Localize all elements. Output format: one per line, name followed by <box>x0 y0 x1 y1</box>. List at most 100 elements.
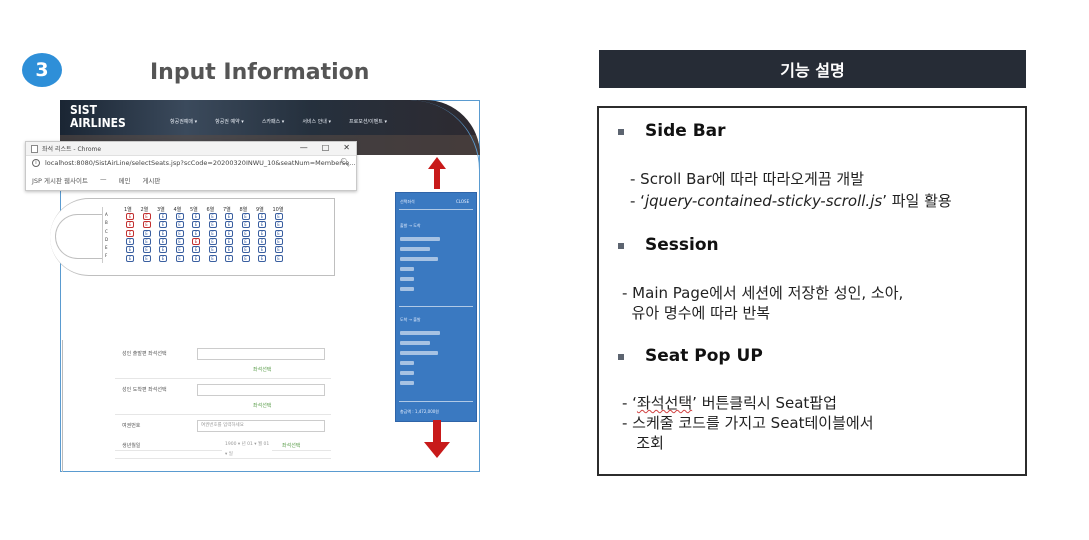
seat-button[interactable]: E <box>258 229 266 237</box>
seat-button[interactable]: E <box>159 237 167 245</box>
seat-button[interactable]: E <box>159 254 167 262</box>
seat-button[interactable]: E <box>208 254 217 262</box>
maximize-button[interactable]: □ <box>322 143 330 152</box>
seat-button[interactable]: E <box>274 229 283 237</box>
nav-item[interactable]: 프로모션/이벤트 ▾ <box>349 118 387 125</box>
seat-button[interactable]: E <box>175 254 184 262</box>
seat-button[interactable]: E <box>126 254 134 262</box>
seat-letter: C <box>105 228 108 234</box>
seat-button[interactable]: E <box>142 229 151 237</box>
seat-button[interactable]: E <box>126 229 134 237</box>
url-text[interactable]: localhost:8080/SistAirLine/selectSeats.j… <box>45 159 356 167</box>
seat-button[interactable]: E <box>274 237 283 245</box>
form-input[interactable]: 여권번호를 입력하세요 <box>197 420 325 432</box>
seat-button[interactable]: E <box>225 213 233 220</box>
seat-button[interactable]: E <box>225 254 233 262</box>
form-input[interactable] <box>197 348 325 360</box>
window-controls: — □ ✕ <box>300 143 350 152</box>
seat-button[interactable]: E <box>142 254 151 262</box>
seat-button[interactable]: E <box>142 246 151 254</box>
seat-button[interactable]: E <box>159 246 167 254</box>
window-title: 좌석 리스트 - Chrome <box>42 146 102 153</box>
seat-button[interactable]: E <box>208 246 217 254</box>
seat-button[interactable]: E <box>225 221 233 229</box>
seat-button[interactable]: E <box>126 246 134 254</box>
bookmark-item[interactable]: 메인 <box>118 175 130 185</box>
seat-button[interactable]: E <box>175 246 184 254</box>
form-field-label: 성인 출발편 좌석선택 <box>122 351 167 357</box>
nav-item[interactable]: 서비스 안내 ▾ <box>302 118 331 125</box>
select-seat-link[interactable]: 좌석선택 <box>282 442 300 449</box>
seat-button[interactable]: E <box>274 254 283 262</box>
seat-button[interactable]: E <box>175 221 184 229</box>
close-button[interactable]: ✕ <box>343 143 350 152</box>
seat-button[interactable]: E <box>192 254 200 262</box>
seat-button[interactable]: E <box>274 221 283 229</box>
seat-button[interactable]: E <box>192 246 200 254</box>
seat-button[interactable]: E <box>192 221 200 229</box>
select-seat-link[interactable]: 좌석선택 <box>253 366 271 373</box>
seat-button[interactable]: E <box>225 237 233 245</box>
feature-desc-line: - 스케줄 코드를 가지고 Seat테이블에서 <box>622 414 874 432</box>
seat-button[interactable]: E <box>208 237 217 245</box>
seat-button[interactable]: E <box>175 237 184 245</box>
nav-item[interactable]: 항공권 예약 ▾ <box>215 118 244 125</box>
seat-button[interactable]: E <box>241 254 250 262</box>
seat-button[interactable]: E <box>175 213 184 220</box>
seat-button[interactable]: E <box>208 229 217 237</box>
seat-button[interactable]: E <box>142 213 151 220</box>
seat-button[interactable]: E <box>126 221 134 229</box>
seat-button[interactable]: E <box>208 213 217 220</box>
form-input[interactable] <box>197 384 325 396</box>
seat-button[interactable]: E <box>225 246 233 254</box>
seat-button[interactable]: E <box>258 221 266 229</box>
bookmark-item[interactable]: 게시판 <box>142 175 160 185</box>
seat-button[interactable]: E <box>192 213 200 220</box>
seat-button[interactable]: E <box>241 237 250 245</box>
seat-button[interactable]: E <box>142 221 151 229</box>
seat-button[interactable]: E <box>159 221 167 229</box>
seat-button[interactable]: E <box>274 213 283 220</box>
seat-row-header: 3열 <box>157 207 165 213</box>
sidebar-section-return: 도착 → 출발 <box>400 317 421 322</box>
seat-button[interactable]: E <box>258 213 266 220</box>
sidebar-text-line <box>400 267 414 271</box>
bullet-icon <box>618 354 624 360</box>
nav-item[interactable]: 항공권예매 ▾ <box>170 118 197 125</box>
seat-button[interactable]: E <box>258 237 266 245</box>
seat-button[interactable]: E <box>192 237 200 245</box>
sidebar-close[interactable]: CLOSE <box>456 199 469 204</box>
seat-letter: E <box>105 245 108 251</box>
feature-desc-line: - ‘좌석선택’ 버튼클릭시 Seat팝업 <box>622 393 837 413</box>
seat-button[interactable]: E <box>241 213 250 220</box>
site-nav: 항공권예매 ▾ 항공권 예약 ▾ 스카패스 ▾ 서비스 안내 ▾ 프로모션/이벤… <box>170 118 387 125</box>
form-input[interactable]: 1900 ▾ 년 01 ▾ 월 01 ▾ 일 <box>222 440 272 457</box>
zoom-icon[interactable]: 🔍︎ <box>340 158 350 167</box>
site-logo[interactable]: SIST AIRLINES <box>70 104 126 130</box>
seat-button[interactable]: E <box>175 229 184 237</box>
sidebar-section-outbound: 출발 → 도착 <box>400 223 421 228</box>
seat-button[interactable]: E <box>192 229 200 237</box>
minimize-button[interactable]: — <box>300 143 308 152</box>
info-icon[interactable]: i <box>32 159 40 167</box>
address-bar[interactable]: i localhost:8080/SistAirLine/selectSeats… <box>26 157 356 171</box>
seat-button[interactable]: E <box>274 246 283 254</box>
seat-button[interactable]: E <box>258 254 266 262</box>
nav-item[interactable]: 스카패스 ▾ <box>262 118 285 125</box>
seat-letter: A <box>105 212 108 217</box>
seat-button[interactable]: E <box>225 229 233 237</box>
select-seat-link[interactable]: 좌석선택 <box>253 402 271 409</box>
seat-button[interactable]: E <box>126 213 134 220</box>
seat-button[interactable]: E <box>208 221 217 229</box>
seat-button[interactable]: E <box>241 221 250 229</box>
seat-button[interactable]: E <box>241 229 250 237</box>
seat-button[interactable]: E <box>159 229 167 237</box>
seat-button[interactable]: E <box>159 213 167 220</box>
seat-button[interactable]: E <box>126 237 134 245</box>
feature-description-header: 기능 설명 <box>599 50 1026 88</box>
feature-title-seat-popup: Seat Pop UP <box>645 346 763 366</box>
seat-button[interactable]: E <box>258 246 266 254</box>
seat-button[interactable]: E <box>142 237 151 245</box>
bookmark-item[interactable]: JSP 게시판 웹사이트 <box>32 175 88 185</box>
seat-button[interactable]: E <box>241 246 250 254</box>
